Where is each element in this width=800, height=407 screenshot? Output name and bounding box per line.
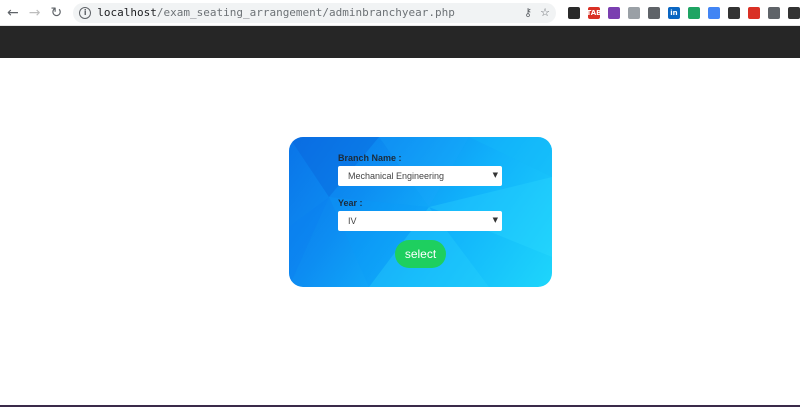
branch-year-form: Branch Name : Mechanical Engineering ▼ Y… [338,153,502,231]
star-icon[interactable]: ☆ [540,6,550,19]
grid-icon[interactable] [767,6,780,19]
url-text[interactable]: localhost/exam_seating_arrangement/admin… [97,6,455,19]
mask-icon[interactable] [787,6,800,19]
flag-icon[interactable] [747,6,760,19]
page-icon[interactable] [627,6,640,19]
extensions-bar: TAB in [567,6,800,19]
year-label: Year : [338,198,363,208]
branch-select[interactable]: Mechanical Engineering ▼ [338,166,502,186]
pen-icon[interactable] [707,6,720,19]
year-select[interactable]: IV ▼ [338,211,502,231]
branch-label: Branch Name : [338,153,402,163]
chevron-down-icon: ▼ [492,216,498,224]
bird-icon[interactable] [727,6,740,19]
url-host: localhost [97,6,157,19]
chevron-down-icon: ▼ [492,171,498,179]
reload-icon[interactable]: ↻ [46,2,68,24]
info-icon[interactable]: i [79,6,92,19]
forward-arrow-icon[interactable]: → [24,2,46,24]
branch-select-value: Mechanical Engineering [348,171,445,181]
shield-icon[interactable] [647,6,660,19]
address-bar[interactable]: i localhost/exam_seating_arrangement/adm… [73,2,556,23]
url-path: /exam_seating_arrangement/adminbranchyea… [156,6,455,19]
linkedin-icon[interactable]: in [667,6,680,19]
evernote-icon[interactable] [567,6,580,19]
selection-card: Branch Name : Mechanical Engineering ▼ Y… [289,137,552,287]
key-icon[interactable]: ⚷ [524,6,532,19]
select-button[interactable]: select [395,240,446,268]
site-header [0,26,800,58]
block-icon[interactable] [607,6,620,19]
drive-icon[interactable] [687,6,700,19]
tab-badge-icon[interactable]: TAB [587,6,601,19]
browser-toolbar: ← → ↻ i localhost/exam_seating_arrangeme… [0,0,800,26]
year-select-value: IV [348,216,357,226]
back-arrow-icon[interactable]: ← [2,2,24,24]
